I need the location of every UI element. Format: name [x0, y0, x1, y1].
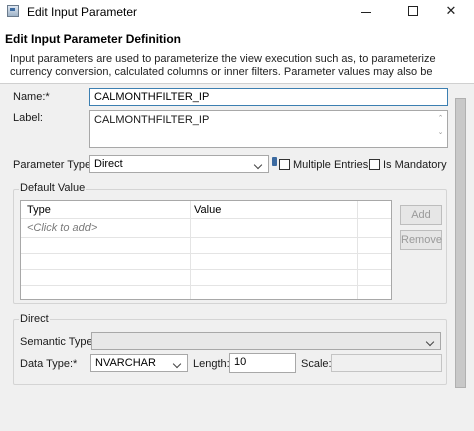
- row-divider: [21, 237, 391, 238]
- app-icon: [7, 5, 19, 17]
- data-type-select[interactable]: NVARCHAR: [90, 354, 188, 372]
- semantic-type-select[interactable]: [91, 332, 441, 350]
- table-header: Type Value: [21, 201, 391, 219]
- name-input[interactable]: CALMONTHFILTER_IP: [89, 88, 448, 106]
- is-mandatory-label: Is Mandatory: [383, 159, 447, 171]
- chevron-down-icon: [254, 159, 264, 171]
- default-value-group-label: Default Value: [19, 182, 87, 194]
- is-mandatory-checkbox[interactable]: [369, 159, 380, 170]
- label-textarea-value: CALMONTHFILTER_IP: [94, 114, 210, 126]
- column-header-value: Value: [194, 204, 222, 216]
- data-type-value: NVARCHAR: [95, 357, 156, 369]
- scrollbar-thumb[interactable]: [455, 98, 466, 388]
- textarea-scrollbar[interactable]: ⌃ ⌄: [435, 112, 446, 146]
- semantic-type-label: Semantic Type:: [20, 336, 96, 348]
- window-title: Edit Input Parameter: [27, 5, 138, 19]
- scale-label: Scale:: [301, 358, 332, 370]
- remove-button[interactable]: Remove: [400, 230, 442, 250]
- minimize-button[interactable]: [349, 0, 383, 22]
- label-label: Label:: [13, 112, 43, 124]
- length-input[interactable]: 10: [229, 353, 296, 373]
- click-to-add-row[interactable]: <Click to add>: [27, 222, 97, 234]
- default-value-table[interactable]: Type Value <Click to add>: [20, 200, 392, 300]
- close-icon: ✕: [445, 3, 457, 18]
- multiple-entries-checkbox[interactable]: [279, 159, 290, 170]
- row-divider: [21, 285, 391, 286]
- dialog-title: Edit Input Parameter Definition: [5, 32, 182, 46]
- close-button[interactable]: ✕: [434, 0, 468, 22]
- direct-group: [13, 319, 447, 385]
- dialog-header: Edit Input Parameter Definition Input pa…: [0, 24, 474, 83]
- chevron-down-icon: [426, 336, 436, 348]
- data-type-label: Data Type:*: [20, 358, 78, 370]
- column-header-type: Type: [27, 204, 51, 216]
- dialog-content: Name:* CALMONTHFILTER_IP Label: CALMONTH…: [0, 84, 474, 431]
- multiple-entries-label: Multiple Entries: [293, 159, 369, 171]
- row-divider: [21, 253, 391, 254]
- scroll-down-icon: ⌄: [437, 129, 444, 136]
- parameter-type-label: Parameter Type:: [13, 159, 95, 171]
- name-label: Name:*: [13, 91, 50, 103]
- row-divider: [21, 269, 391, 270]
- minimize-icon: [361, 11, 371, 13]
- direct-group-label: Direct: [19, 313, 50, 325]
- description-line-2: currency conversion, calculated columns …: [10, 66, 433, 78]
- dialog-description: Input parameters are used to parameteriz…: [10, 53, 436, 79]
- scroll-up-icon: ⌃: [437, 115, 444, 122]
- label-textarea[interactable]: CALMONTHFILTER_IP ⌃ ⌄: [89, 110, 448, 148]
- length-label: Length:: [193, 358, 230, 370]
- info-icon: [272, 157, 277, 166]
- window-titlebar: Edit Input Parameter ✕: [0, 0, 474, 24]
- maximize-icon: [408, 6, 418, 16]
- parameter-type-select[interactable]: Direct: [89, 155, 269, 173]
- maximize-button[interactable]: [396, 0, 430, 22]
- add-button[interactable]: Add: [400, 205, 442, 225]
- scale-input[interactable]: [331, 354, 442, 372]
- chevron-down-icon: [173, 358, 183, 370]
- description-line-1: Input parameters are used to parameteriz…: [10, 53, 436, 65]
- parameter-type-value: Direct: [94, 158, 123, 170]
- dialog-scrollbar[interactable]: [453, 84, 468, 431]
